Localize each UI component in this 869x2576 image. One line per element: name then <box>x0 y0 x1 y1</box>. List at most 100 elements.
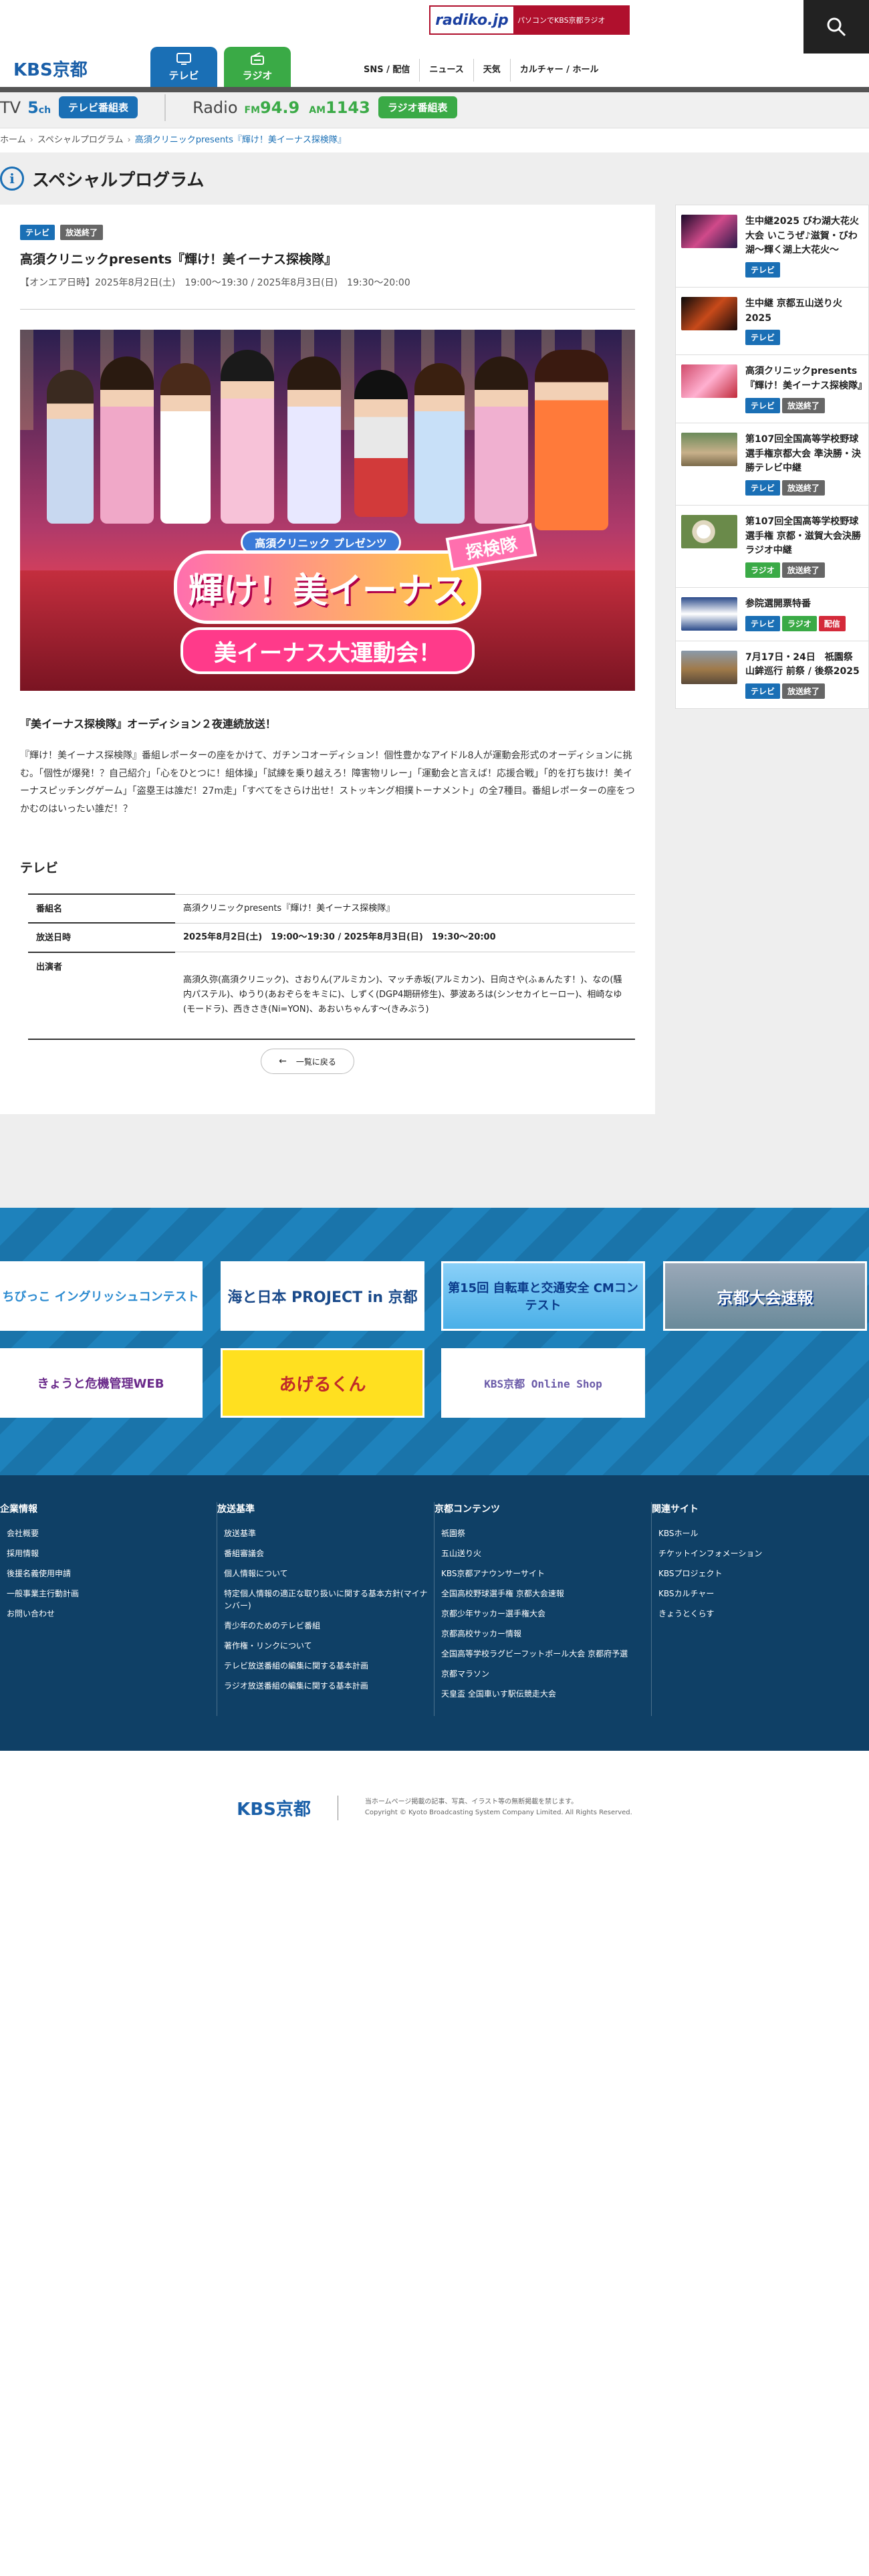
program-info-table: 番組名 高須クリニックpresents『輝け！美イーナス探検隊』 放送日時 2025… <box>28 893 635 1040</box>
sidebar-item[interactable]: 参院選開票特番 テレビ ラジオ 配信 <box>676 588 868 641</box>
tab-radio[interactable]: ラジオ <box>224 47 291 88</box>
hero-image: 高須クリニック プレゼンツ 輝け！美イーナス 探検隊 美イーナス大運動会！ <box>20 330 635 691</box>
table-row: 番組名 高須クリニックpresents『輝け！美イーナス探検隊』 <box>28 893 635 924</box>
row-value: 2025年8月2日(土) 19:00〜19:30 / 2025年8月3日(日) … <box>175 922 635 952</box>
person <box>100 356 154 524</box>
sidebar-item[interactable]: 第107回全国高等学校野球選手権京都大会 準決勝・決勝テレビ中継 テレビ 放送終了 <box>676 423 868 506</box>
search-icon <box>827 17 846 37</box>
sidebar-item[interactable]: 生中継 京都五山送り火2025 テレビ <box>676 288 868 356</box>
footer-link[interactable]: 採用情報 <box>0 1543 217 1564</box>
hero-logo: 輝け！美イーナス <box>174 550 481 624</box>
footer-logo[interactable]: KBS京都 <box>237 1795 338 1820</box>
sidebar-item[interactable]: 第107回全国高等学校野球選手権 京都・滋賀大会決勝 ラジオ中継 ラジオ 放送終了 <box>676 506 868 588</box>
badge-streaming: 配信 <box>818 615 846 631</box>
banner-ageru-kun[interactable]: あげるくん <box>221 1348 424 1418</box>
banner-english-contest[interactable]: ちびっこ イングリッシュコンテスト <box>0 1261 203 1331</box>
person <box>160 363 211 524</box>
bar-divider <box>164 94 166 121</box>
back-to-list-label: 一覧に戻る <box>295 1057 336 1067</box>
footer-link[interactable]: 後援名義使用申請 <box>0 1564 217 1584</box>
footer-heading: 企業情報 <box>0 1504 37 1515</box>
person <box>287 356 341 524</box>
fm-frequency: FM94.9 <box>244 98 300 117</box>
footer-link[interactable]: チケットインフォメーション <box>652 1543 869 1564</box>
table-row: 出演者 高須久弥(高須クリニック)、さおりん(アルミカン)、マッチ赤坂(アルミカン… <box>28 951 635 1040</box>
radio-schedule-button[interactable]: ラジオ番組表 <box>378 96 457 118</box>
radio-icon <box>251 52 264 65</box>
row-label: 出演者 <box>28 951 175 1040</box>
am-frequency: AM1143 <box>309 98 370 117</box>
footer-link[interactable]: ラジオ放送番組の編集に関する基本計画 <box>217 1676 434 1696</box>
search-button[interactable] <box>803 0 869 53</box>
footer-heading: 関連サイト <box>652 1504 699 1515</box>
footer-link[interactable]: 特定個人情報の適正な取り扱いに関する基本方針(マイナンバー) <box>217 1584 434 1616</box>
badge-ended: 放送終了 <box>781 562 825 578</box>
sidebar-item[interactable]: 7月17日・24日 祇園祭 山鉾巡行 前祭 / 後祭2025 テレビ 放送終了 <box>676 641 868 708</box>
page-title: スペシャルプログラム <box>32 170 205 191</box>
program-bar: TV 5ch テレビ番組表 Radio FM94.9 AM1143 ラジオ番組表 <box>0 87 869 128</box>
footer-link[interactable]: きょうとくらす <box>652 1604 869 1624</box>
footer-link[interactable]: 番組審議会 <box>217 1543 434 1564</box>
footer-link[interactable]: KBSプロジェクト <box>652 1564 869 1584</box>
tv-schedule-button[interactable]: テレビ番組表 <box>59 96 138 118</box>
radiko-banner[interactable]: radiko.jp パソコンでKBS京都ラジオ <box>429 5 630 35</box>
tv-channel: 5ch <box>27 98 51 117</box>
sidebar-thumb <box>681 297 737 331</box>
banner-kyoto-baseball[interactable]: 京都大会速報 <box>663 1261 867 1331</box>
row-value: 高須久弥(高須クリニック)、さおりん(アルミカン)、マッチ赤坂(アルミカン)、日… <box>175 952 635 1040</box>
nav-news[interactable]: ニュース <box>420 59 474 82</box>
arrow-left-icon: ← <box>279 1056 287 1067</box>
footer-link[interactable]: KBSカルチャー <box>652 1584 869 1604</box>
footer-link[interactable]: 会社概要 <box>0 1523 217 1543</box>
article-badges: テレビ 放送終了 <box>20 225 635 240</box>
footer-link[interactable]: KBSホール <box>652 1523 869 1543</box>
nav-weather[interactable]: 天気 <box>474 59 511 82</box>
footer-link[interactable]: KBS京都アナウンサーサイト <box>434 1564 651 1584</box>
footer-link[interactable]: 全国高等学校ラグビーフットボール大会 京都府予選 <box>434 1644 651 1664</box>
breadcrumb-home[interactable]: ホーム <box>0 135 26 145</box>
article-body: 『輝け！美イーナス探検隊』番組レポーターの座をかけて、ガチンコオーディション！個… <box>20 750 635 815</box>
footer-link[interactable]: 一般事業主行動計画 <box>0 1584 217 1604</box>
banner-crisis-management[interactable]: きょうと危機管理WEB <box>0 1348 203 1418</box>
sidebar-thumb <box>681 215 737 248</box>
sidebar-thumb <box>681 364 737 399</box>
row-value: 高須クリニックpresents『輝け！美イーナス探検隊』 <box>175 893 635 924</box>
footer-link[interactable]: 京都高校サッカー情報 <box>434 1624 651 1644</box>
footer-heading: 放送基準 <box>217 1504 255 1515</box>
banner-umi-to-nippon[interactable]: 海と日本 PROJECT in 京都 <box>221 1261 424 1331</box>
footer-link[interactable]: お問い合わせ <box>0 1604 217 1624</box>
footer-link[interactable]: 放送基準 <box>217 1523 434 1543</box>
sidebar-item[interactable]: 高須クリニックpresents『輝け！美イーナス探検隊』 テレビ 放送終了 <box>676 355 868 423</box>
person <box>475 356 528 524</box>
footer-link[interactable]: 個人情報について <box>217 1564 434 1584</box>
tab-tv[interactable]: テレビ <box>150 47 217 88</box>
person <box>354 370 408 517</box>
article-title: 高須クリニックpresents『輝け！美イーナス探検隊』 <box>20 252 337 267</box>
footer-column: 企業情報 会社概要 採用情報 後援名義使用申請 一般事業主行動計画 お問い合わせ <box>0 1502 217 1716</box>
radio-label: Radio <box>193 98 238 117</box>
banner-cm-contest[interactable]: 第15回 自転車と交通安全 CMコンテスト <box>441 1261 645 1331</box>
nav-sns[interactable]: SNS / 配信 <box>354 59 420 82</box>
back-to-list-button[interactable]: ← 一覧に戻る <box>261 1049 354 1074</box>
footer-link[interactable]: 全国高校野球選手権 京都大会速報 <box>434 1584 651 1604</box>
breadcrumb-section[interactable]: スペシャルプログラム <box>37 135 124 145</box>
badge-tv: テレビ <box>745 397 781 413</box>
sidebar: 生中継2025 びわ湖大花火大会 いこうぜ♪滋賀・びわ湖〜輝く湖上大花火〜 テレビ… <box>675 205 869 709</box>
banner-online-shop[interactable]: KBS京都 Online Shop <box>441 1348 645 1418</box>
sidebar-item[interactable]: 生中継2025 びわ湖大花火大会 いこうぜ♪滋賀・びわ湖〜輝く湖上大花火〜 テレビ <box>676 205 868 288</box>
site-logo[interactable]: KBS京都 <box>13 56 88 81</box>
tv-label: TV <box>0 98 21 117</box>
footer-link[interactable]: 京都マラソン <box>434 1664 651 1684</box>
footer-link[interactable]: 祇園祭 <box>434 1523 651 1543</box>
footer-link[interactable]: 天皇盃 全国車いす駅伝競走大会 <box>434 1684 651 1704</box>
chevron-right-icon: › <box>29 135 33 145</box>
nav-culture[interactable]: カルチャー / ホール <box>511 59 608 82</box>
sidebar-item-title: 生中継 京都五山送り火2025 <box>745 298 842 324</box>
footer-link[interactable]: テレビ放送番組の編集に関する基本計画 <box>217 1656 434 1676</box>
footer-link[interactable]: 五山送り火 <box>434 1543 651 1564</box>
footer-link[interactable]: 著作権・リンクについて <box>217 1636 434 1656</box>
breadcrumb-current[interactable]: 高須クリニックpresents『輝け！美イーナス探検隊』 <box>135 135 346 145</box>
footer-link[interactable]: 青少年のためのテレビ番組 <box>217 1616 434 1636</box>
footer-link[interactable]: 京都少年サッカー選手権大会 <box>434 1604 651 1624</box>
copyright-area: KBS京都 当ホームページ掲載の記事、写真、イラスト等の無断掲載を禁じます。 C… <box>0 1778 869 1838</box>
